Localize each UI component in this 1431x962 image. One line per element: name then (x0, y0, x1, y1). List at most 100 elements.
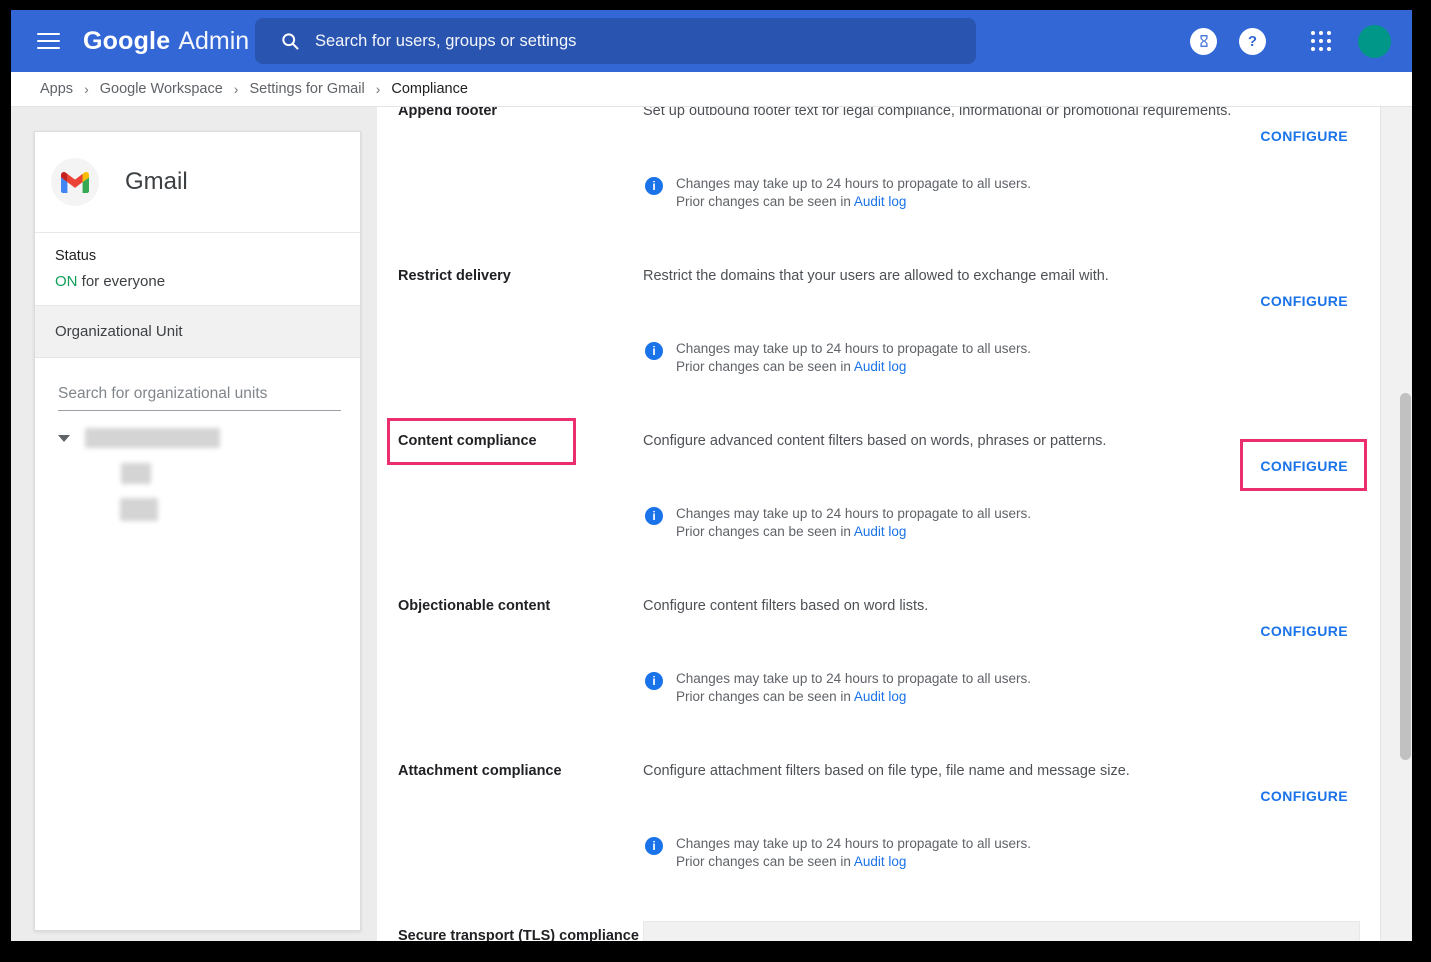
vertical-scrollbar[interactable] (1380, 107, 1412, 941)
setting-label: Attachment compliance (398, 763, 562, 779)
status-value: ON for everyone (55, 273, 360, 290)
question-mark-icon: ? (1248, 33, 1257, 50)
info-icon: i (645, 177, 663, 195)
note-line1: Changes may take up to 24 hours to propa… (676, 340, 1031, 358)
setting-description: Configure attachment filters based on fi… (643, 762, 1380, 781)
gmail-card-header: Gmail (35, 132, 360, 233)
setting-label: Content compliance (387, 418, 576, 465)
note-line2-prefix: Prior changes can be seen in (676, 359, 854, 374)
propagation-note: i Changes may take up to 24 hours to pro… (645, 175, 1031, 210)
breadcrumb-apps[interactable]: Apps (40, 81, 73, 97)
note-line2: Prior changes can be seen in Audit log (676, 688, 1031, 706)
admin-console-window: Google Admin ? Apps › (11, 10, 1412, 941)
setting-row-header: Content compliance Configure advanced co… (398, 432, 1380, 465)
pending-tasks-button[interactable] (1190, 28, 1217, 55)
top-app-bar: Google Admin ? (11, 10, 1412, 72)
configure-button[interactable]: CONFIGURE (1260, 293, 1348, 309)
setting-label-column: Secure transport (TLS) compliance (398, 927, 643, 941)
audit-log-link[interactable]: Audit log (854, 359, 907, 374)
note-line1: Changes may take up to 24 hours to propa… (676, 835, 1031, 853)
audit-log-link[interactable]: Audit log (854, 854, 907, 869)
setting-row-header: Restrict delivery Restrict the domains t… (398, 267, 1380, 286)
note-line1: Changes may take up to 24 hours to propa… (676, 175, 1031, 193)
setting-label: Restrict delivery (398, 268, 511, 284)
org-unit-search-input[interactable] (58, 385, 341, 411)
scrollbar-thumb[interactable] (1400, 393, 1411, 760)
settings-sections: Append footer Set up outbound footer tex… (398, 107, 1380, 941)
configure-button[interactable]: CONFIGURE (1240, 439, 1367, 491)
setting-label-column: Restrict delivery (398, 267, 643, 286)
hamburger-menu-icon[interactable] (37, 28, 60, 53)
note-line2: Prior changes can be seen in Audit log (676, 523, 1031, 541)
audit-log-link[interactable]: Audit log (854, 524, 907, 539)
service-title: Gmail (125, 168, 188, 196)
note-line2-prefix: Prior changes can be seen in (676, 524, 854, 539)
note-text: Changes may take up to 24 hours to propa… (676, 505, 1031, 540)
setting-row: Attachment compliance Configure attachme… (398, 762, 1380, 927)
configure-action: CONFIGURE (1240, 458, 1348, 491)
org-unit-search (58, 385, 342, 411)
configure-button[interactable]: CONFIGURE (1260, 788, 1348, 804)
setting-label-column: Objectionable content (398, 597, 643, 616)
setting-row-header: Objectionable content Configure content … (398, 597, 1380, 616)
status-on-badge: ON (55, 273, 78, 290)
organizational-unit-header: Organizational Unit (35, 306, 360, 358)
setting-label-column: Attachment compliance (398, 762, 643, 781)
breadcrumb-separator: › (84, 81, 89, 97)
hourglass-icon (1197, 34, 1211, 48)
note-line2-prefix: Prior changes can be seen in (676, 689, 854, 704)
configure-action: CONFIGURE (1260, 623, 1348, 641)
setting-row: Append footer Set up outbound footer tex… (398, 107, 1380, 267)
configure-button[interactable]: CONFIGURE (1260, 623, 1348, 639)
search-icon (280, 31, 300, 51)
breadcrumb-google-workspace[interactable]: Google Workspace (100, 81, 223, 97)
note-text: Changes may take up to 24 hours to propa… (676, 835, 1031, 870)
audit-log-link[interactable]: Audit log (854, 194, 907, 209)
note-line1: Changes may take up to 24 hours to propa… (676, 505, 1031, 523)
account-avatar[interactable] (1358, 25, 1391, 58)
setting-row-header: Attachment compliance Configure attachme… (398, 762, 1380, 781)
note-line2: Prior changes can be seen in Audit log (676, 193, 1031, 211)
setting-row: Secure transport (TLS) compliance CONFIG… (398, 927, 1380, 941)
google-apps-grid-icon[interactable] (1311, 31, 1331, 51)
setting-label: Append footer (398, 107, 497, 119)
breadcrumb-separator: › (376, 81, 381, 97)
setting-description: Configure content filters based on word … (643, 597, 1380, 616)
org-tree-root-row (35, 428, 360, 448)
breadcrumb: Apps › Google Workspace › Settings for G… (11, 72, 1412, 107)
note-text: Changes may take up to 24 hours to propa… (676, 175, 1031, 210)
status-suffix: for everyone (78, 273, 166, 290)
info-icon: i (645, 837, 663, 855)
redacted-root-org-name[interactable] (85, 428, 220, 448)
redacted-child-org-2[interactable] (120, 498, 158, 521)
logo-admin-text: Admin (178, 27, 249, 56)
propagation-note: i Changes may take up to 24 hours to pro… (645, 835, 1031, 870)
gmail-service-card: Gmail Status ON for everyone Organizatio… (34, 131, 361, 931)
configure-button[interactable]: CONFIGURE (1260, 128, 1348, 144)
propagation-note: i Changes may take up to 24 hours to pro… (645, 340, 1031, 375)
breadcrumb-settings-for-gmail[interactable]: Settings for Gmail (249, 81, 364, 97)
setting-label-column: Append footer (398, 107, 643, 121)
info-icon: i (645, 507, 663, 525)
setting-description: Set up outbound footer text for legal co… (643, 107, 1380, 121)
google-admin-logo: Google Admin (83, 27, 249, 56)
info-icon: i (645, 342, 663, 360)
note-line2-prefix: Prior changes can be seen in (676, 854, 854, 869)
sidebar: Gmail Status ON for everyone Organizatio… (11, 107, 377, 941)
note-line2: Prior changes can be seen in Audit log (676, 358, 1031, 376)
logo-google-text: Google (83, 27, 170, 56)
help-button[interactable]: ? (1239, 28, 1266, 55)
setting-row: Objectionable content Configure content … (398, 597, 1380, 762)
audit-log-link[interactable]: Audit log (854, 689, 907, 704)
collapse-arrow-icon[interactable] (58, 435, 70, 442)
status-label: Status (55, 248, 360, 264)
note-line1: Changes may take up to 24 hours to propa… (676, 670, 1031, 688)
breadcrumb-separator: › (234, 81, 239, 97)
global-search-box[interactable] (255, 18, 976, 64)
global-search-input[interactable] (315, 32, 976, 51)
info-icon: i (645, 672, 663, 690)
redacted-child-org-1[interactable] (121, 463, 151, 484)
setting-row: Restrict delivery Restrict the domains t… (398, 267, 1380, 432)
note-line2: Prior changes can be seen in Audit log (676, 853, 1031, 871)
configure-action: CONFIGURE (1260, 788, 1348, 806)
